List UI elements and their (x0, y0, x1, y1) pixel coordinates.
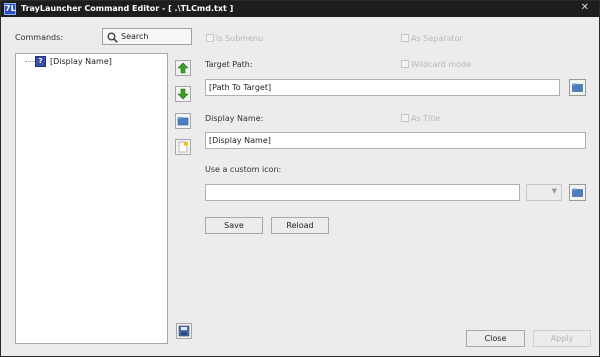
target-path-input[interactable]: [Path To Target] (205, 79, 560, 96)
folder-icon (177, 117, 189, 126)
browse-target-button[interactable] (569, 79, 586, 96)
is-submenu-label: Is Submenu (216, 34, 264, 43)
display-name-input[interactable]: [Display Name] (205, 132, 586, 149)
search-icon (107, 32, 118, 43)
custom-icon-label: Use a custom icon: (205, 165, 282, 174)
icon-index-dropdown[interactable]: ▼ (526, 184, 562, 201)
wildcard-mode-checkbox[interactable] (401, 60, 409, 68)
save-file-button[interactable] (176, 323, 192, 339)
apply-button[interactable]: Apply (533, 330, 591, 347)
move-down-button[interactable] (175, 86, 191, 102)
save-button[interactable]: Save (205, 217, 263, 234)
window-title: TrayLauncher Command Editor - [ .\TLCmd.… (21, 4, 234, 13)
folder-open-icon (572, 188, 583, 197)
search-button[interactable]: Search (102, 28, 192, 45)
chevron-down-icon: ▼ (551, 187, 557, 195)
as-separator-label: As Separator (411, 34, 463, 43)
commands-tree[interactable]: ? [Display Name] (15, 53, 168, 344)
as-separator-checkbox[interactable] (401, 34, 409, 42)
move-up-button[interactable] (175, 60, 191, 76)
tree-item-label: [Display Name] (50, 57, 112, 66)
command-editor-window: 7L TrayLauncher Command Editor - [ .\TLC… (0, 0, 600, 357)
new-item-button[interactable] (175, 139, 191, 155)
is-submenu-checkbox[interactable] (206, 34, 214, 42)
close-button[interactable]: Close (466, 330, 525, 347)
close-window-icon[interactable]: ✕ (581, 2, 589, 13)
display-name-label: Display Name: (205, 114, 264, 123)
folder-open-icon (572, 83, 583, 92)
app-icon: 7L (4, 3, 16, 15)
new-folder-button[interactable] (175, 113, 191, 129)
arrow-up-icon (177, 62, 189, 74)
commands-label: Commands: (15, 33, 63, 42)
title-bar[interactable]: 7L TrayLauncher Command Editor - [ .\TLC… (1, 1, 599, 17)
save-icon (178, 325, 190, 337)
arrow-down-icon (177, 88, 189, 100)
reload-button[interactable]: Reload (271, 217, 329, 234)
tree-item[interactable]: ? [Display Name] (16, 54, 167, 69)
command-icon: ? (35, 56, 46, 67)
as-title-label: As Title (411, 114, 441, 123)
custom-icon-input[interactable] (205, 184, 520, 201)
search-button-label: Search (121, 32, 149, 41)
as-title-checkbox[interactable] (401, 114, 409, 122)
new-file-icon (178, 141, 188, 153)
target-path-label: Target Path: (205, 60, 253, 69)
wildcard-mode-label: Wildcard mode (411, 60, 472, 69)
browse-icon-button[interactable] (569, 184, 586, 201)
